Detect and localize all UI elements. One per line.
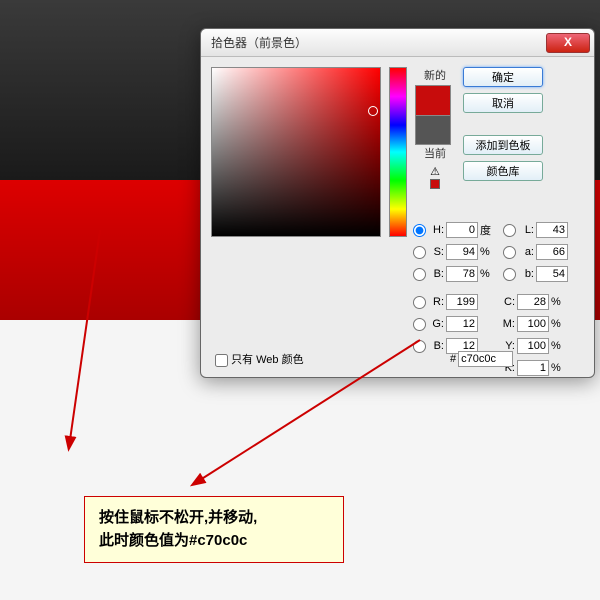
radio-l[interactable] [503, 224, 516, 237]
gamut-swatch[interactable] [430, 179, 440, 189]
input-b[interactable] [446, 266, 478, 282]
note-line-2: 此时颜色值为#c70c0c [99, 530, 329, 553]
input-labb[interactable] [536, 266, 568, 282]
radio-h[interactable] [413, 224, 426, 237]
color-field-wrap [211, 67, 381, 237]
input-c[interactable] [517, 294, 549, 310]
color-libraries-button[interactable]: 颜色库 [463, 161, 543, 181]
close-button[interactable]: X [546, 33, 590, 53]
label-l: L: [520, 224, 534, 236]
dialog-title: 拾色器（前景色） [211, 34, 546, 51]
unit-h: 度 [480, 222, 494, 238]
swatch-current[interactable] [415, 115, 451, 145]
label-r: R: [430, 296, 444, 308]
label-s: S: [430, 246, 444, 258]
radio-g[interactable] [413, 318, 426, 331]
button-column: 确定 取消 添加到色板 颜色库 [463, 67, 543, 237]
hue-slider[interactable] [389, 67, 407, 237]
swatch-current-label: 当前 [415, 145, 455, 161]
radio-b[interactable] [413, 268, 426, 281]
input-g[interactable] [446, 316, 478, 332]
label-labb: b: [520, 268, 534, 280]
add-to-swatches-button[interactable]: 添加到色板 [463, 135, 543, 155]
input-r[interactable] [446, 294, 478, 310]
input-m[interactable] [517, 316, 549, 332]
color-field[interactable] [211, 67, 381, 237]
label-h: H: [430, 224, 444, 236]
annotation-note: 按住鼠标不松开,并移动, 此时颜色值为#c70c0c [84, 496, 344, 563]
label-m: M: [501, 318, 515, 330]
cancel-button[interactable]: 取消 [463, 93, 543, 113]
bottom-row: 只有 Web 颜色 # [215, 351, 585, 367]
hash-label: # [450, 353, 456, 365]
radio-labb[interactable] [503, 268, 516, 281]
titlebar[interactable]: 拾色器（前景色） X [201, 29, 594, 57]
ok-button[interactable]: 确定 [463, 67, 543, 87]
label-g: G: [430, 318, 444, 330]
web-only-checkbox[interactable] [215, 354, 228, 367]
swatch-new-label: 新的 [415, 67, 455, 83]
swatch-column: 新的 当前 ⚠ [415, 67, 455, 237]
input-h[interactable] [446, 222, 478, 238]
radio-s[interactable] [413, 246, 426, 259]
radio-a[interactable] [503, 246, 516, 259]
label-a: a: [520, 246, 534, 258]
color-picker-dialog: 拾色器（前景色） X 新的 当前 ⚠ 确定 取消 添加到色板 颜色库 H: 度 S… [200, 28, 595, 378]
input-l[interactable] [536, 222, 568, 238]
gamut-warning-icon[interactable]: ⚠ [415, 165, 455, 178]
radio-r[interactable] [413, 296, 426, 309]
web-only-label[interactable]: 只有 Web 颜色 [215, 351, 304, 367]
input-s[interactable] [446, 244, 478, 260]
label-b: B: [430, 268, 444, 280]
note-line-1: 按住鼠标不松开,并移动, [99, 507, 329, 530]
label-c: C: [501, 296, 515, 308]
input-a[interactable] [536, 244, 568, 260]
picker-cursor-icon [368, 106, 378, 116]
unit-b: % [480, 268, 494, 280]
swatch-new[interactable] [415, 85, 451, 115]
hex-input[interactable] [458, 351, 513, 367]
unit-s: % [480, 246, 494, 258]
